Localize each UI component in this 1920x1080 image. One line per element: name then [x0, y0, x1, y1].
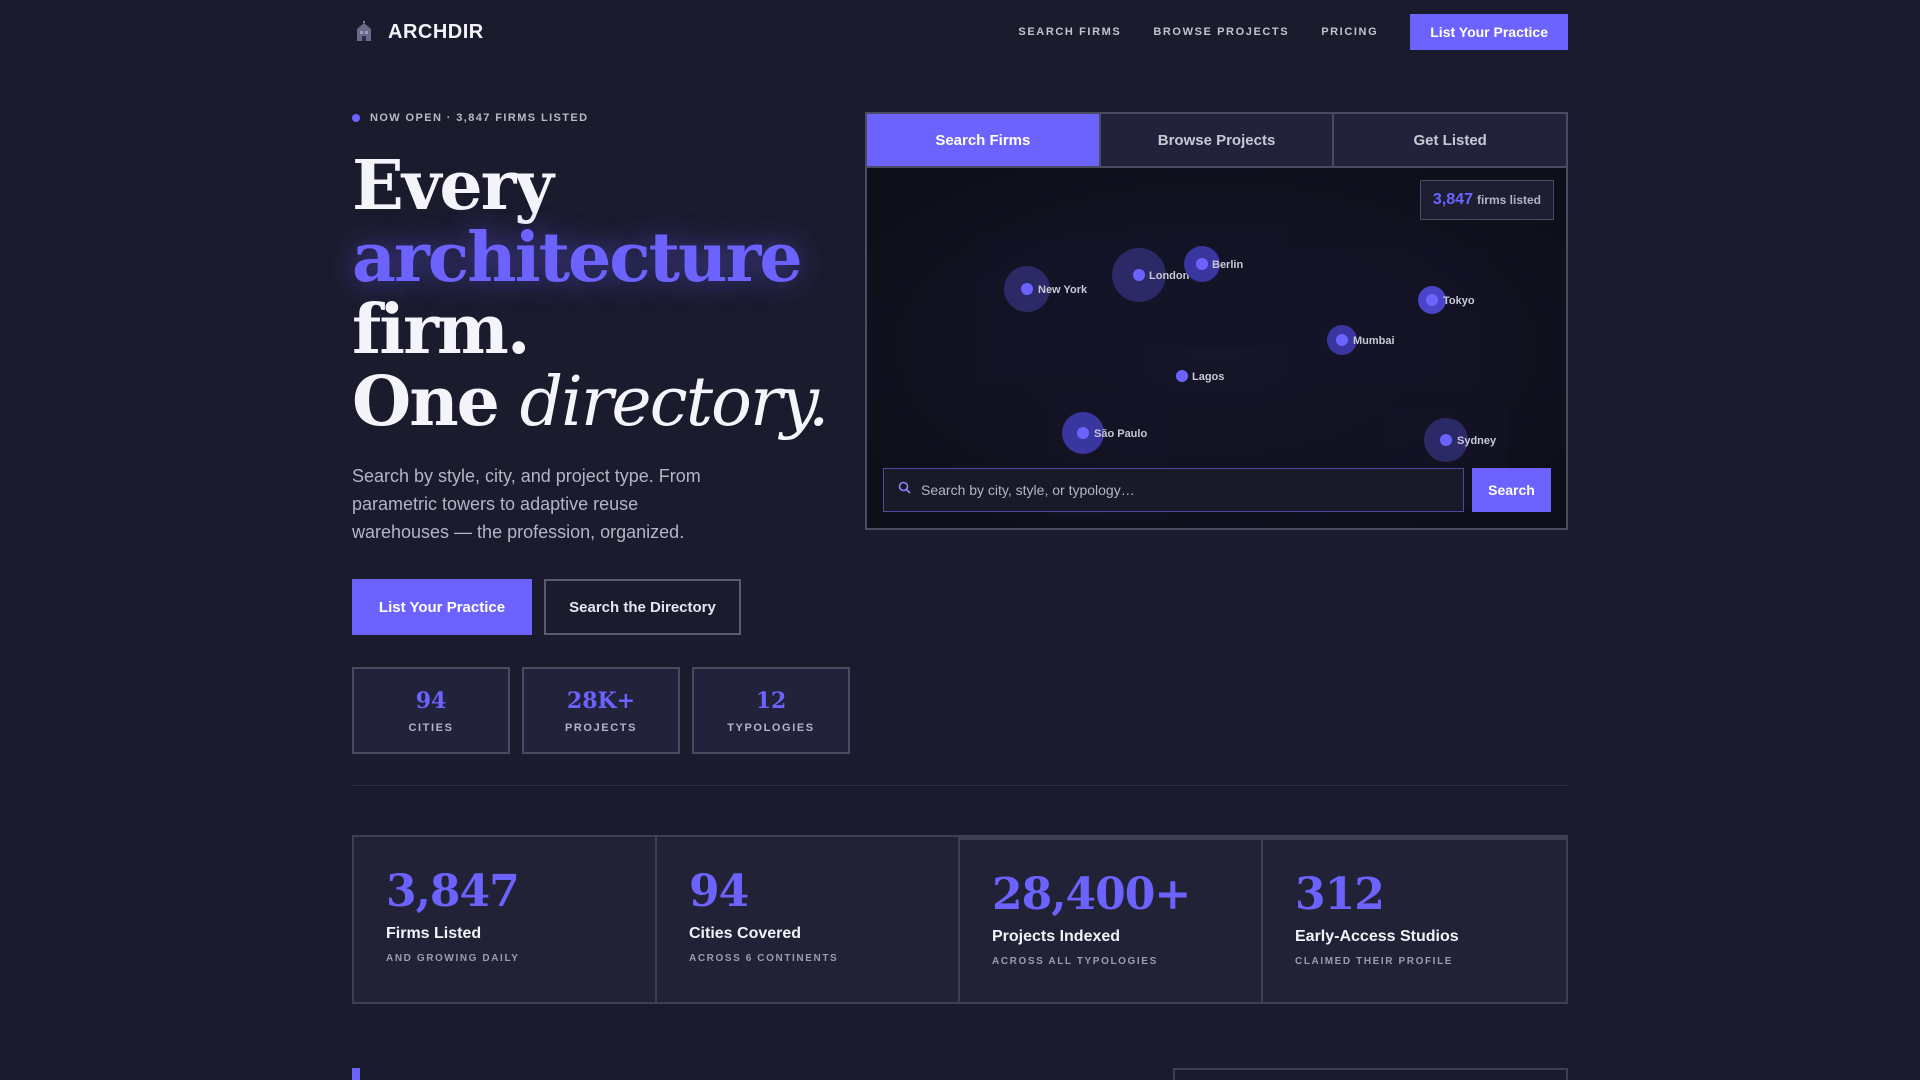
stat-cities-covered: 94 Cities Covered ACROSS 6 CONTINENTS — [657, 837, 960, 1002]
firms-count-badge: 3,847 firms listed — [1419, 180, 1554, 220]
city-label: New York — [1038, 284, 1088, 296]
search-button[interactable]: Search — [1472, 468, 1551, 512]
section-accent-bar — [352, 1068, 360, 1080]
stat-value: 28,400+ — [992, 869, 1191, 920]
city-label: Tokyo — [1443, 295, 1475, 307]
mini-stat-value: 12 — [755, 687, 787, 714]
hero-eyebrow: NOW OPEN · 3,847 FIRMS LISTED — [352, 112, 588, 124]
stat-value: 94 — [689, 866, 749, 917]
mini-stat-value: 28K+ — [566, 687, 636, 714]
headline-line-2: architecture — [352, 218, 803, 298]
brand-logo[interactable]: ARCHDIR — [352, 20, 484, 44]
firms-count: 3,847 — [1432, 191, 1473, 208]
nav-link-search-firms[interactable]: SEARCH FIRMS — [1018, 26, 1121, 38]
eyebrow-text: NOW OPEN · 3,847 FIRMS LISTED — [370, 112, 589, 124]
hero-mini-stats: 94 CITIES 28K+ PROJECTS 12 TYPOLOGIES — [352, 667, 850, 754]
stats-strip: 3,847 Firms Listed AND GROWING DAILY 94 … — [352, 835, 1568, 1004]
search-icon — [898, 481, 911, 499]
hero-description: Search by style, city, and project type.… — [352, 466, 701, 542]
stat-title: Cities Covered — [689, 925, 802, 942]
city-label: Mumbai — [1353, 335, 1395, 347]
stat-projects-indexed: 28,400+ Projects Indexed ACROSS ALL TYPO… — [960, 837, 1263, 1002]
stat-early-access: 312 Early-Access Studios CLAIMED THEIR P… — [1263, 837, 1566, 1002]
nav-link-pricing[interactable]: PRICING — [1321, 26, 1378, 38]
building-logo-icon — [352, 20, 376, 44]
section-divider — [352, 785, 1568, 786]
mini-stat-label: TYPOLOGIES — [727, 721, 815, 734]
mini-stat-label: CITIES — [408, 721, 454, 734]
tab-browse-projects[interactable]: Browse Projects — [1100, 114, 1335, 166]
mini-stat-value: 94 — [415, 687, 447, 714]
headline-line-4b: directory. — [519, 363, 830, 442]
nav-link-browse-projects[interactable]: BROWSE PROJECTS — [1153, 26, 1289, 38]
stat-value: 312 — [1295, 869, 1385, 920]
stat-value: 3,847 — [386, 866, 520, 917]
city-label: Sydney — [1457, 435, 1497, 447]
search-directory-button[interactable]: Search the Directory — [544, 579, 741, 635]
brand-name: ARCHDIR — [388, 20, 484, 43]
nav-links: SEARCH FIRMS BROWSE PROJECTS PRICING Lis… — [1018, 14, 1568, 50]
mini-stat-cities: 94 CITIES — [352, 667, 510, 754]
city-label: São Paulo — [1094, 428, 1147, 440]
mini-stat-typologies: 12 TYPOLOGIES — [692, 667, 850, 754]
headline-line-4: One directory. — [352, 363, 830, 442]
city-label: Berlin — [1212, 259, 1243, 271]
tab-search-firms[interactable]: Search Firms — [867, 114, 1101, 166]
nav-list-practice-button[interactable]: List Your Practice — [1410, 14, 1568, 50]
next-section-card — [1173, 1068, 1568, 1080]
search-input[interactable]: Search by city, style, or typology… — [883, 468, 1464, 512]
panel-search-row: Search by city, style, or typology… Sear… — [883, 468, 1551, 512]
mini-stat-projects: 28K+ PROJECTS — [522, 667, 680, 754]
city-label: London — [1149, 270, 1190, 282]
city-marker-lagos[interactable]: Lagos — [1176, 370, 1224, 383]
tab-get-listed[interactable]: Get Listed — [1334, 114, 1567, 166]
stat-subtitle: AND GROWING DAILY — [386, 953, 520, 964]
stat-firms-listed: 3,847 Firms Listed AND GROWING DAILY — [354, 837, 657, 1002]
headline-line-4a: One — [352, 362, 500, 442]
stat-title: Projects Indexed — [992, 928, 1121, 945]
headline-line-1: Every — [352, 146, 554, 226]
stat-subtitle: ACROSS ALL TYPOLOGIES — [992, 956, 1158, 967]
top-nav: ARCHDIR SEARCH FIRMS BROWSE PROJECTS PRI… — [352, 0, 1568, 64]
list-practice-button[interactable]: List Your Practice — [352, 579, 532, 635]
panel-tabs: Search Firms Browse Projects Get Listed — [867, 114, 1567, 168]
stat-subtitle: CLAIMED THEIR PROFILE — [1295, 956, 1454, 967]
stat-title: Firms Listed — [386, 925, 482, 942]
stat-title: Early-Access Studios — [1295, 928, 1459, 945]
search-panel: Search Firms Browse Projects Get Listed … — [865, 112, 1568, 530]
city-label: Lagos — [1192, 371, 1224, 383]
mini-stat-label: PROJECTS — [564, 721, 638, 734]
firms-count-label: firms listed — [1476, 193, 1541, 207]
search-placeholder: Search by city, style, or typology… — [921, 482, 1135, 498]
status-dot-icon — [352, 114, 360, 122]
hero-headline: Every architecture firm. One directory. — [352, 146, 830, 442]
stat-subtitle: ACROSS 6 CONTINENTS — [689, 953, 839, 964]
headline-line-3: firm. — [352, 290, 531, 370]
